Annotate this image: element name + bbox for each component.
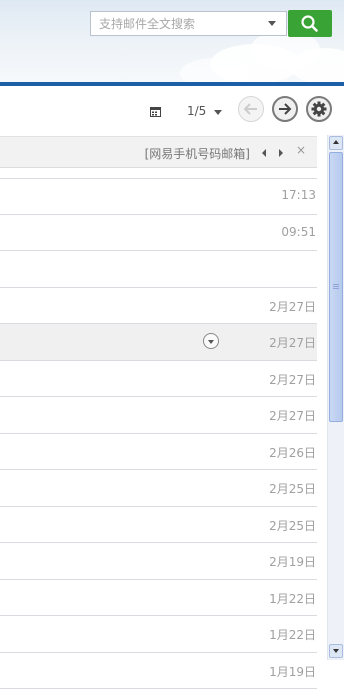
page-dropdown-icon[interactable] <box>214 110 222 115</box>
page-indicator[interactable]: 1/5 <box>187 104 206 118</box>
mail-row[interactable]: 09:51 <box>0 215 317 252</box>
header-divider <box>0 82 344 86</box>
next-page-button[interactable] <box>272 96 298 122</box>
gear-icon <box>308 98 330 120</box>
mail-date: 1月22日 <box>269 590 316 607</box>
mail-date: 17:13 <box>281 188 316 202</box>
mail-row[interactable]: 2月27日 <box>0 288 317 325</box>
search-box[interactable] <box>90 11 287 36</box>
scroll-down-button[interactable] <box>329 644 343 658</box>
mail-row-hovered[interactable]: 2月27日 <box>0 324 317 361</box>
mail-date: 1月22日 <box>269 626 316 643</box>
calendar-icon[interactable] <box>150 106 161 117</box>
mail-date: 2月27日 <box>269 298 316 315</box>
mail-date: 2月27日 <box>269 371 316 388</box>
mail-date: 2月27日 <box>269 407 316 424</box>
ad-next-icon[interactable] <box>279 149 283 157</box>
ad-close-button[interactable]: × <box>296 143 306 157</box>
mail-row[interactable]: 2月27日 <box>0 361 317 398</box>
vertical-scrollbar[interactable] <box>327 135 344 660</box>
row-menu-dropdown-icon[interactable] <box>203 333 219 349</box>
mail-date: 1月19日 <box>269 663 316 680</box>
mail-date: 2月27日 <box>269 334 316 351</box>
mail-list: 17:13 09:51 2月27日 2月27日 2月27日 2月27日 2月26… <box>0 178 317 689</box>
search-input[interactable] <box>91 12 261 35</box>
search-icon <box>288 10 332 37</box>
mail-row[interactable]: 1月22日 <box>0 580 317 617</box>
mail-row[interactable]: 2月26日 <box>0 434 317 471</box>
mail-date: 2月25日 <box>269 517 316 534</box>
arrow-right-icon <box>274 98 296 120</box>
scroll-up-button[interactable] <box>329 136 343 150</box>
mail-date: 2月26日 <box>269 444 316 461</box>
arrow-left-icon <box>239 97 263 121</box>
mail-date: 2月25日 <box>269 480 316 497</box>
mail-date: 2月19日 <box>269 553 316 570</box>
settings-button[interactable] <box>306 96 332 122</box>
mail-row[interactable]: 2月25日 <box>0 470 317 507</box>
ad-prev-icon[interactable] <box>262 149 266 157</box>
mail-row[interactable]: 1月22日 <box>0 616 317 653</box>
mail-row[interactable]: 2月27日 <box>0 397 317 434</box>
ad-bar: [网易手机号码邮箱] × <box>0 136 317 168</box>
mail-row[interactable]: 2月19日 <box>0 543 317 580</box>
mail-row[interactable]: 2月25日 <box>0 507 317 544</box>
ad-text[interactable]: [网易手机号码邮箱] <box>145 145 250 162</box>
mail-row[interactable] <box>0 251 317 288</box>
prev-page-button[interactable] <box>238 96 264 122</box>
scrollbar-thumb[interactable] <box>329 152 343 422</box>
mail-date: 09:51 <box>281 225 316 239</box>
mail-row[interactable]: 17:13 <box>0 178 317 215</box>
scrollbar-grip <box>333 284 339 290</box>
mail-row[interactable]: 1月19日 <box>0 653 317 689</box>
search-button[interactable] <box>288 10 332 37</box>
search-scope-dropdown-icon[interactable] <box>268 21 276 26</box>
